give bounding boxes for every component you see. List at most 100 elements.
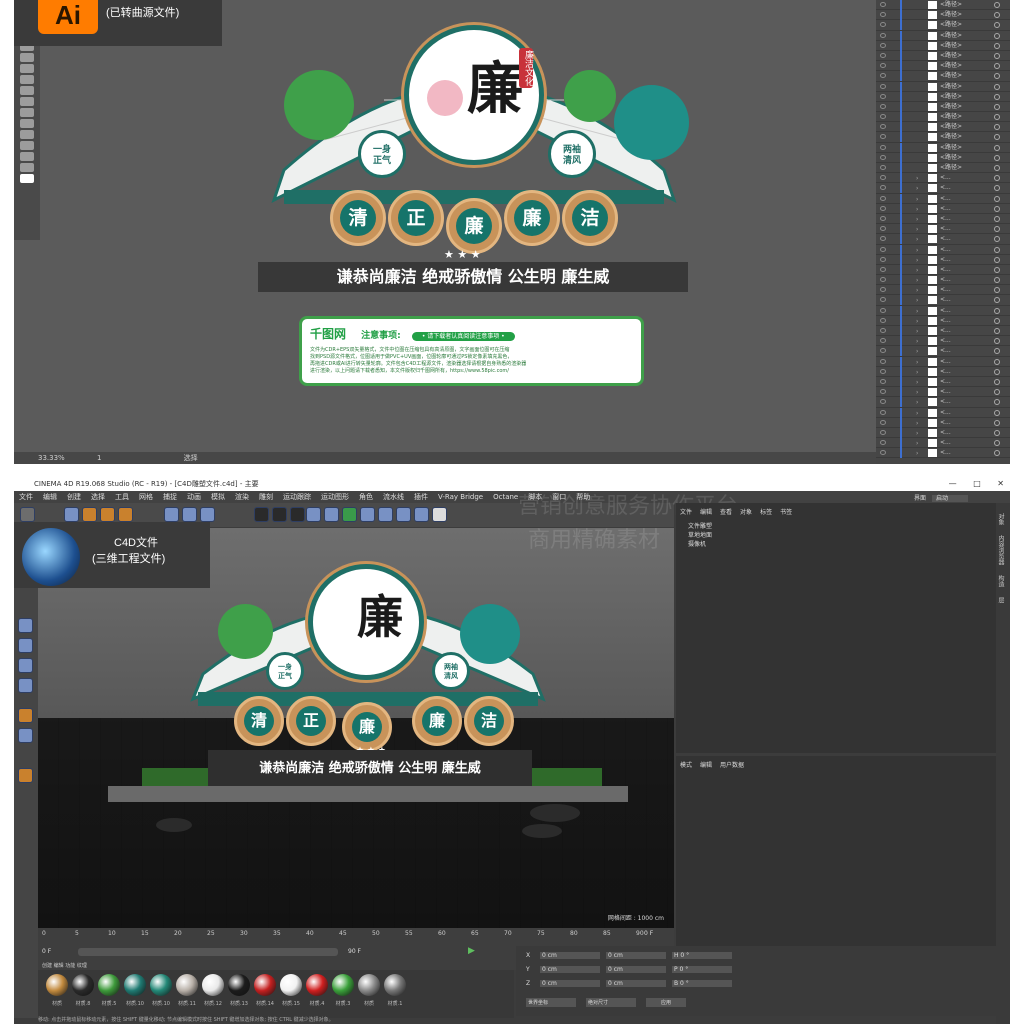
eye-icon[interactable] [880,256,886,262]
target-icon[interactable] [994,338,1000,345]
layer-row[interactable]: › <... [876,438,1010,449]
render-view-icon[interactable] [254,507,269,522]
eye-icon[interactable] [880,22,886,28]
frame-end[interactable]: 90 F [348,948,361,955]
side-tab[interactable]: 对象 [997,513,1004,525]
eye-icon[interactable] [880,409,886,415]
eye-icon[interactable] [880,429,886,435]
tool-icon[interactable] [20,119,34,128]
eye-icon[interactable] [880,368,886,374]
chevron-right-icon[interactable]: › [916,450,918,457]
coord-rot[interactable]: B 0 ° [672,980,732,987]
eye-icon[interactable] [880,297,886,303]
target-icon[interactable] [994,409,1000,416]
target-icon[interactable] [994,114,1000,121]
eye-icon[interactable] [880,358,886,364]
target-icon[interactable] [994,144,1000,151]
layer-row[interactable]: › <... [876,224,1010,235]
target-icon[interactable] [994,348,1000,355]
layer-row[interactable]: › <... [876,244,1010,255]
material-swatch[interactable] [332,974,354,996]
target-icon[interactable] [994,165,1000,171]
chevron-right-icon[interactable]: › [916,206,918,213]
layer-row[interactable]: <路径> [876,152,1010,163]
menu-item[interactable]: 创建 [67,493,81,501]
eye-icon[interactable] [880,2,886,7]
layer-row[interactable]: › <... [876,336,1010,347]
target-icon[interactable] [994,307,1000,314]
x-axis-icon[interactable] [164,507,179,522]
material-swatch[interactable] [228,974,250,996]
eye-icon[interactable] [880,195,886,201]
target-icon[interactable] [994,12,1000,19]
target-icon[interactable] [994,83,1000,90]
layer-row[interactable]: › <... [876,203,1010,214]
tool-icon[interactable] [20,64,34,73]
tool-icon[interactable] [20,163,34,172]
target-icon[interactable] [994,287,1000,294]
layer-row[interactable]: <路径> [876,81,1010,92]
chevron-right-icon[interactable]: › [916,185,918,192]
chevron-right-icon[interactable]: › [916,348,918,355]
object-row[interactable]: 文件雕塑 [680,521,712,530]
eye-icon[interactable] [880,450,886,456]
chevron-right-icon[interactable]: › [916,277,918,284]
chevron-right-icon[interactable]: › [916,297,918,304]
material-swatch[interactable] [306,974,328,996]
object-tab[interactable]: 编辑 [700,509,712,516]
snap-icon[interactable] [18,728,33,743]
timeline-ruler[interactable]: 0 5 10 15 20 25 30 35 40 45 50 55 60 65 70 75 80 85 90 [38,930,674,940]
layer-row[interactable]: › <... [876,417,1010,428]
deformer-icon[interactable] [378,507,393,522]
light-icon[interactable] [432,507,447,522]
artboard-canvas[interactable]: 一身正气 两袖清风 廉 廉洁文化 清 正 廉 廉 洁 ★ ★ ★ 谦恭尚廉洁 绝… [14,0,876,452]
chevron-right-icon[interactable]: › [916,389,918,396]
page-number[interactable]: 1 [97,454,101,462]
material-swatch[interactable] [124,974,146,996]
layer-row[interactable]: <路径> [876,0,1010,11]
undo-icon[interactable] [20,507,35,522]
scale-icon[interactable] [100,507,115,522]
coord-pos[interactable]: 0 cm [540,966,600,973]
layer-row[interactable]: <路径> [876,101,1010,113]
eye-icon[interactable] [880,12,886,18]
target-icon[interactable] [994,450,1000,457]
chevron-right-icon[interactable]: › [916,267,918,274]
layer-row[interactable]: › <... [876,315,1010,326]
coord-rot[interactable]: P 0 ° [672,966,732,973]
eye-icon[interactable] [880,63,886,69]
chevron-right-icon[interactable]: › [916,226,918,233]
eye-icon[interactable] [880,419,886,425]
layer-row[interactable]: › <... [876,427,1010,439]
material-swatch[interactable] [384,974,406,996]
eye-icon[interactable] [880,124,886,130]
target-icon[interactable] [994,32,1000,39]
target-icon[interactable] [994,103,1000,110]
material-swatch[interactable] [254,974,276,996]
mat-tab[interactable]: 编辑 [54,963,64,969]
target-icon[interactable] [994,246,1000,253]
menu-item[interactable]: 工具 [115,493,129,501]
move-icon[interactable] [82,507,97,522]
pen-icon[interactable] [324,507,339,522]
mat-tab[interactable]: 纹理 [77,963,87,969]
chevron-right-icon[interactable]: › [916,257,918,264]
chevron-right-icon[interactable]: › [916,420,918,427]
eye-icon[interactable] [880,83,886,89]
eye-icon[interactable] [880,277,886,283]
material-swatch[interactable] [202,974,224,996]
object-tab[interactable]: 文件 [680,509,692,516]
layer-row[interactable]: › <... [876,346,1010,357]
menu-item[interactable]: 动画 [187,493,201,501]
select-icon[interactable] [64,507,79,522]
layer-row[interactable]: › <... [876,387,1010,398]
eye-icon[interactable] [880,246,886,252]
target-icon[interactable] [994,93,1000,100]
layer-row[interactable]: › <... [876,407,1010,418]
material-swatch[interactable] [358,974,380,996]
eye-icon[interactable] [880,103,886,109]
mode-icon[interactable] [18,618,33,633]
layer-row[interactable]: › <... [876,193,1010,204]
chevron-right-icon[interactable]: › [916,328,918,335]
layer-row[interactable]: › <... [876,173,1010,184]
